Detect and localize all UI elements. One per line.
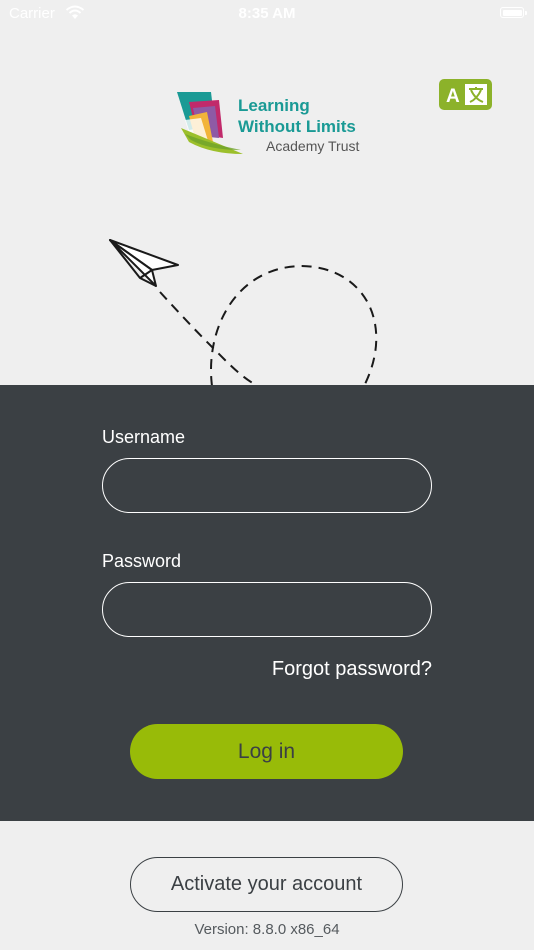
translate-letter: A xyxy=(446,86,460,107)
battery-icon xyxy=(500,7,527,18)
logo-title-line2: Without Limits xyxy=(238,117,356,136)
login-panel: Username Password Forgot password? Log i… xyxy=(0,385,534,821)
login-button-label: Log in xyxy=(237,739,296,763)
login-button[interactable]: Log in xyxy=(130,724,403,779)
logo-subtitle: Academy Trust xyxy=(266,138,360,154)
status-bar: Carrier 8:35 AM xyxy=(0,0,534,28)
forgot-password-link[interactable]: Forgot password? xyxy=(272,658,432,681)
dashed-flight-path xyxy=(159,264,378,386)
logo-title-line1: Learning xyxy=(238,96,310,115)
password-input[interactable] xyxy=(102,582,432,637)
academy-logo: Learning Without Limits Academy Trust xyxy=(175,88,375,158)
username-input[interactable] xyxy=(102,458,432,513)
version-label: Version: 8.8.0 x86_64 xyxy=(194,921,340,938)
logo-mark-icon xyxy=(177,92,243,154)
translate-icon: A xyxy=(446,84,487,107)
paper-plane-icon xyxy=(109,239,179,287)
clock: 8:35 AM xyxy=(238,5,296,22)
translate-button[interactable]: A xyxy=(439,79,492,110)
password-label: Password xyxy=(102,551,182,571)
paper-plane-illustration xyxy=(109,239,378,386)
username-label: Username xyxy=(102,427,186,447)
activate-account-label: Activate your account xyxy=(170,873,363,895)
activate-account-button[interactable]: Activate your account xyxy=(130,857,403,912)
